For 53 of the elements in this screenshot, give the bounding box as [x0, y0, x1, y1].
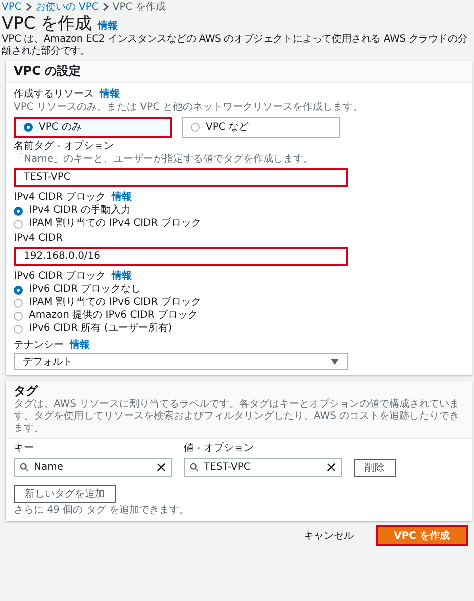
dropdown-icon: [331, 358, 339, 364]
field-label: IPv6 CIDR ブロック: [14, 271, 106, 283]
tag-limit-note: さらに 49 個の タグ を追加できます。: [14, 505, 190, 517]
option-tile[interactable]: VPC など: [182, 117, 340, 138]
panel-description: タグは、AWS リソースに割り当てるラベルです。各タグはキーとオプションの値で構成されています。タグを使用してリソースを検索およびフィルタリングしたり、AWS のコストを追跡したりできます。: [14, 399, 461, 435]
chevron-icon: [26, 3, 32, 11]
page-description: VPC は、Amazon EC2 インスタンスなどの AWS のオブジェクトによって使用される AWS クラウドの分離された部分です。: [2, 34, 469, 58]
field-label: IPv4 CIDR ブロック: [14, 192, 106, 204]
tenancy-select[interactable]: デフォルト: [14, 353, 348, 370]
radio-label: IPAM 割り当ての IPv6 CIDR ブロック: [29, 297, 202, 309]
close-icon[interactable]: [327, 463, 336, 472]
field-label: IPv4 CIDR: [14, 233, 64, 245]
info-link[interactable]: 情報: [98, 19, 118, 33]
search-icon: [20, 463, 29, 472]
add-tag-button[interactable]: 新しいタグを追加: [14, 485, 116, 503]
radio-button[interactable]: [14, 220, 23, 228]
radio-button[interactable]: [14, 324, 23, 334]
search-icon: [190, 463, 199, 472]
remove-button[interactable]: 削除: [354, 459, 396, 477]
radio-button[interactable]: [14, 206, 23, 216]
breadcrumb-link[interactable]: VPC を作成: [112, 2, 166, 12]
chevron-icon: [102, 3, 109, 11]
cancel-link[interactable]: キャンセル: [298, 528, 360, 544]
name-tag-field[interactable]: TEST-VPC: [14, 168, 348, 187]
field-hint: VPC リソースのみ、または VPC と他のネットワークリソースを作成します。: [14, 102, 364, 114]
radio-button[interactable]: [14, 312, 23, 320]
radio-label: IPv6 CIDR ブロックなし: [29, 284, 142, 296]
radio-button[interactable]: [14, 298, 23, 308]
column-label: キー: [14, 443, 35, 455]
page-title: VPC を作成: [2, 14, 92, 34]
info-link[interactable]: 情報: [112, 269, 132, 283]
panel-title: タグ: [14, 384, 40, 399]
radio-label: IPv4 CIDR の手動入力: [29, 205, 132, 217]
option-tile[interactable]: VPC のみ: [14, 117, 172, 138]
field-label: 名前タグ - オプション: [14, 141, 115, 153]
field-label: 作成するリソース: [14, 89, 94, 101]
panel-title: VPC の設定: [14, 64, 82, 79]
cidr-field[interactable]: 192.168.0.0/16: [14, 247, 348, 266]
value-field[interactable]: TEST-VPC: [184, 458, 342, 477]
info-link[interactable]: 情報: [100, 87, 120, 101]
column-label: 値 - オプション: [184, 443, 255, 455]
info-link[interactable]: 情報: [112, 190, 132, 204]
radio-label: IPv6 CIDR 所有 (ユーザー所有): [29, 323, 172, 335]
close-icon[interactable]: [157, 463, 166, 472]
radio-button[interactable]: [14, 286, 23, 294]
radio-label: IPAM 割り当ての IPv4 CIDR ブロック: [29, 218, 202, 230]
info-link[interactable]: 情報: [70, 338, 90, 352]
radio-label: Amazon 提供の IPv6 CIDR ブロック: [29, 310, 198, 322]
breadcrumb-link[interactable]: お使いの VPC: [36, 2, 99, 12]
breadcrumb-link[interactable]: VPC: [2, 2, 22, 12]
field-hint: 「Name」のキーと、ユーザーが指定する値でタグを作成します。: [14, 154, 315, 166]
field-label: テナンシー: [14, 340, 64, 352]
key-field[interactable]: Name: [14, 458, 172, 477]
